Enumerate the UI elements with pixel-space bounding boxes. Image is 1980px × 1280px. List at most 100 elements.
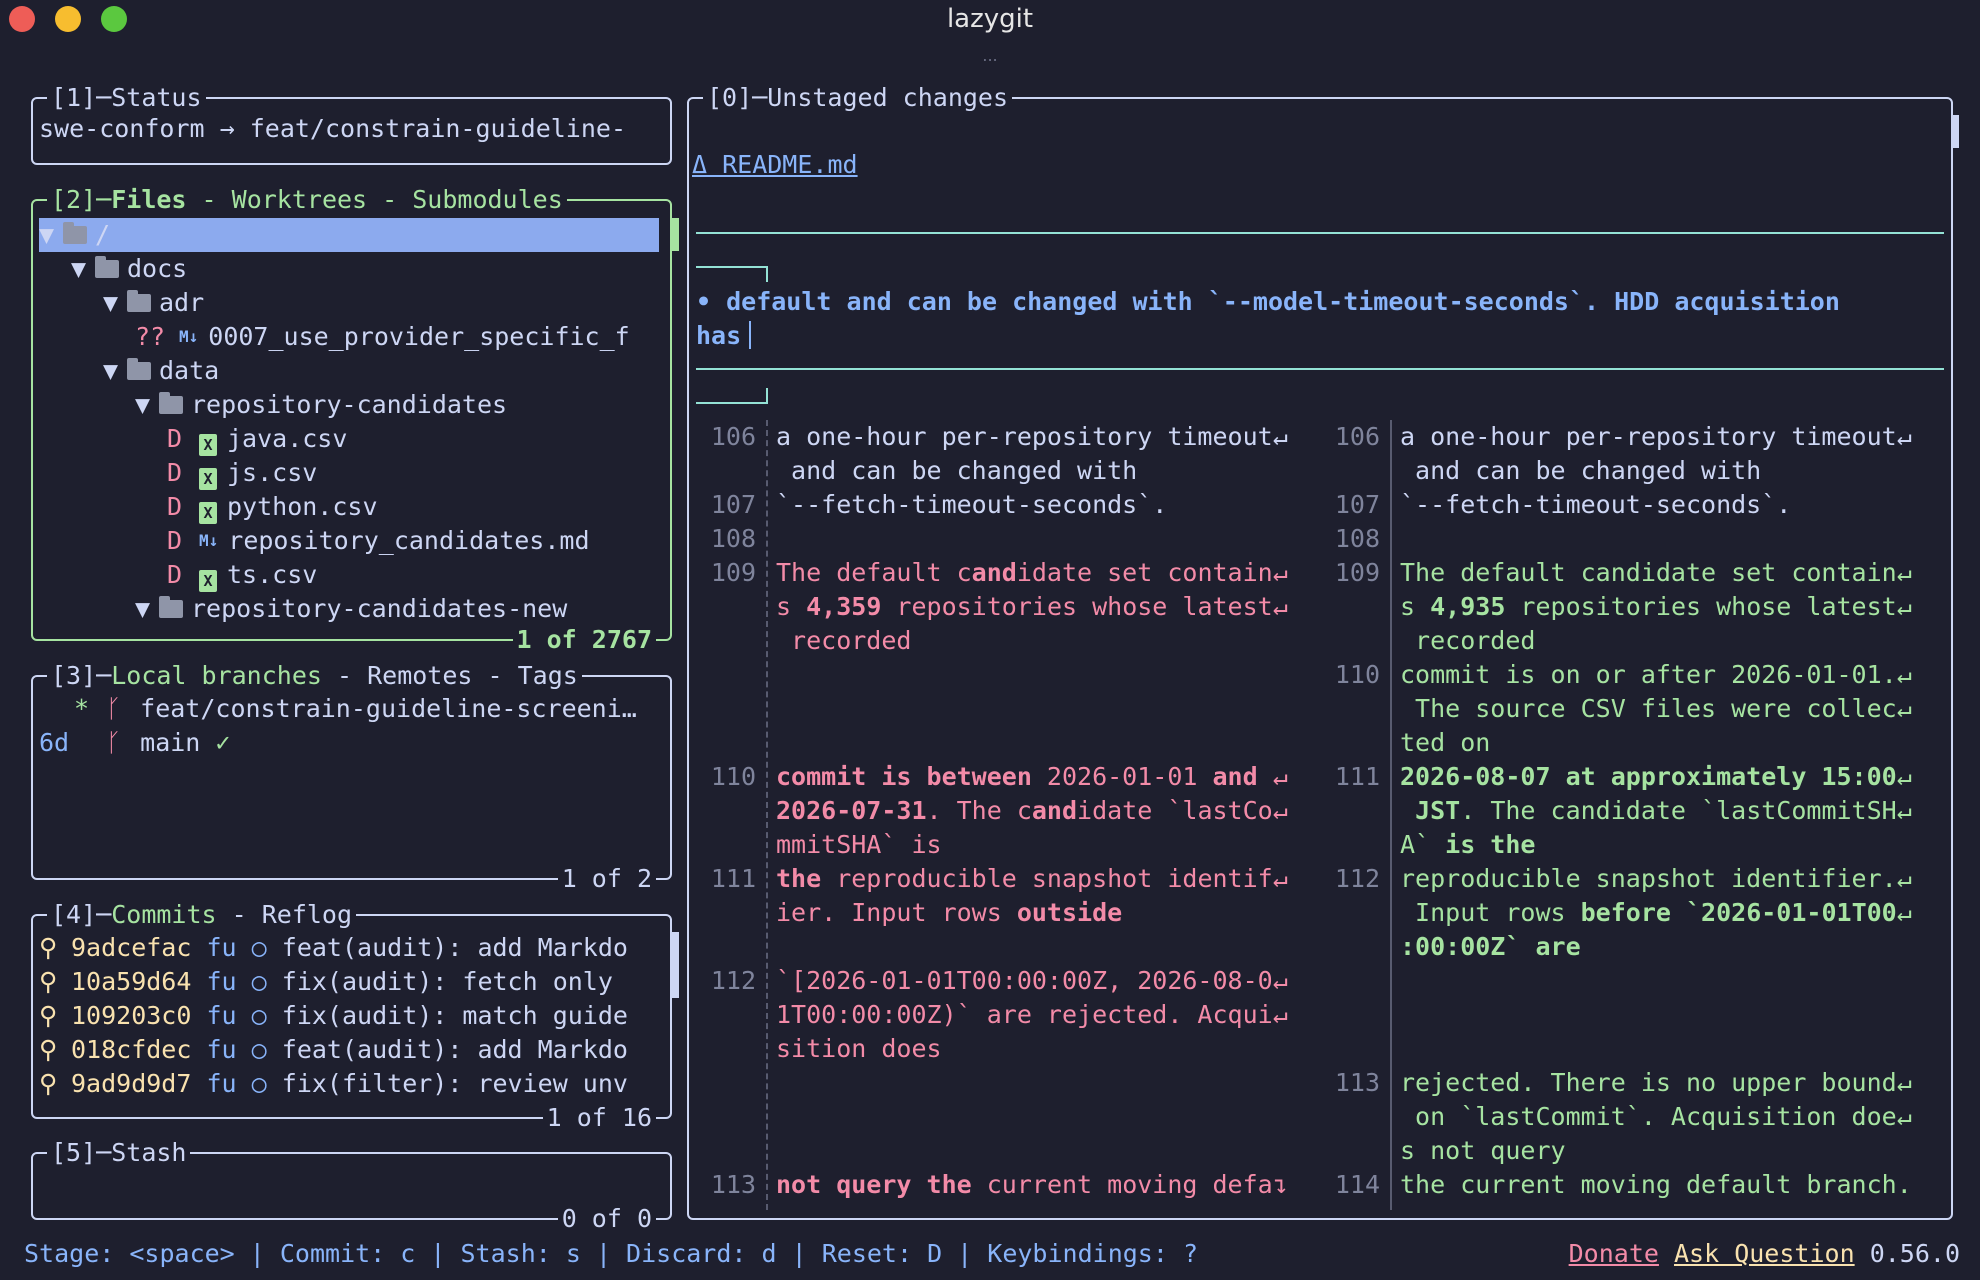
- window-title: lazygit: [946, 4, 1034, 34]
- diff-right-line[interactable]: A` is the: [1400, 828, 1948, 862]
- file-tree-item[interactable]: D Xts.csv: [39, 558, 659, 592]
- commits-scrollbar[interactable]: [672, 932, 679, 998]
- diff-right-line[interactable]: s not query: [1400, 1134, 1948, 1168]
- diff-left-line[interactable]: ier. Input rows outside: [776, 896, 1381, 930]
- files-scrollbar[interactable]: [672, 218, 679, 251]
- tab-worktrees-submodules[interactable]: - Worktrees - Submodules: [186, 185, 563, 214]
- ask-question-link[interactable]: Ask Question: [1674, 1239, 1855, 1268]
- file-name: repository_candidates.md: [228, 526, 590, 555]
- diff-left-line[interactable]: recorded: [776, 624, 1381, 658]
- file-status: D: [167, 560, 183, 589]
- diff-left-line[interactable]: 2026-07-31. The candidate `lastCo↵: [776, 794, 1381, 828]
- file-tree-item[interactable]: ?? M↓ 0007_use_provider_specific_f: [39, 320, 659, 354]
- expand-arrow-icon[interactable]: ▼: [103, 286, 127, 320]
- statusbar-links: Donate Ask Question 0.56.0: [1569, 1237, 1960, 1271]
- up-to-date-check-icon: ✓: [215, 728, 231, 757]
- file-tree-item[interactable]: D M↓ repository_candidates.md: [39, 524, 659, 558]
- diff-file-header[interactable]: Δ README.md: [692, 148, 858, 182]
- file-name: java.csv: [227, 424, 348, 453]
- diff-left-line[interactable]: `--fetch-timeout-seconds`.: [776, 488, 1381, 522]
- file-tree-folder[interactable]: ▼ repository-candidates: [39, 388, 659, 422]
- commit-row[interactable]: ⚲ 9adcefac fu ○ feat(audit): add Markdo: [39, 931, 664, 965]
- diff-left-line[interactable]: The default candidate set contain↵: [776, 556, 1381, 590]
- commit-row[interactable]: ⚲ 018cfdec fu ○ feat(audit): add Markdo: [39, 1033, 664, 1067]
- diff-right-line[interactable]: a one-hour per-repository timeout↵: [1400, 420, 1948, 454]
- commit-node-icon: ⚲: [39, 967, 58, 996]
- diff-right-line[interactable]: and can be changed with: [1400, 454, 1948, 488]
- markdown-file-icon: M↓: [179, 327, 199, 346]
- diff-right-line[interactable]: 2026-08-07 at approximately 15:00↵: [1400, 760, 1948, 794]
- diff-right-line[interactable]: ted on: [1400, 726, 1948, 760]
- diff-right-line[interactable]: rejected. There is no upper bound↵: [1400, 1066, 1948, 1100]
- expand-arrow-icon[interactable]: ▼: [39, 218, 63, 252]
- branch-row[interactable]: * ᚴ feat/constrain-guideline-screeni…: [39, 692, 664, 726]
- spreadsheet-file-icon: X: [199, 434, 217, 456]
- diff-left-line-number: [700, 896, 756, 930]
- tab-reflog[interactable]: - Reflog: [217, 900, 352, 929]
- diff-right-line[interactable]: on `lastCommit`. Acquisition doe↵: [1400, 1100, 1948, 1134]
- expand-arrow-icon[interactable]: ▼: [71, 252, 95, 286]
- diff-right-line[interactable]: JST. The candidate `lastCommitSH↵: [1400, 794, 1948, 828]
- diff-right-line[interactable]: s 4,935 repositories whose latest↵: [1400, 590, 1948, 624]
- diff-left-line-number: 110: [710, 762, 756, 791]
- branches-panel[interactable]: [3]─Local branches - Remotes - Tags * ᚴ …: [31, 659, 672, 896]
- spreadsheet-file-icon: X: [199, 570, 217, 592]
- tab-commits[interactable]: Commits: [111, 900, 216, 929]
- expand-arrow-icon[interactable]: ▼: [103, 354, 127, 388]
- file-tree-folder[interactable]: ▼ adr: [39, 286, 659, 320]
- branch-row[interactable]: 6d ᚴ main ✓: [39, 726, 664, 760]
- file-name: data: [159, 356, 220, 385]
- diff-right-line[interactable]: The default candidate set contain↵: [1400, 556, 1948, 590]
- expand-arrow-icon[interactable]: ▼: [135, 388, 159, 422]
- folder-icon: [159, 392, 183, 414]
- stash-panel[interactable]: [5]─Stash 0 of 0: [31, 1136, 672, 1236]
- diff-left-line[interactable]: and can be changed with: [776, 454, 1381, 488]
- diff-right-line[interactable]: `--fetch-timeout-seconds`.: [1400, 488, 1948, 522]
- diff-right-line[interactable]: The source CSV files were collec↵: [1400, 692, 1948, 726]
- tab-local-branches[interactable]: Local branches: [111, 661, 322, 690]
- file-tree-folder[interactable]: ▼ /: [39, 218, 659, 252]
- file-tree-folder[interactable]: ▼ data: [39, 354, 659, 388]
- file-tree-item[interactable]: D Xjs.csv: [39, 456, 659, 490]
- commit-hash: 9adcefac: [71, 933, 192, 962]
- diff-right-line[interactable]: commit is on or after 2026-01-01.↵: [1400, 658, 1948, 692]
- diff-left-line[interactable]: 1T00:00:00Z)` are rejected. Acqui↵: [776, 998, 1381, 1032]
- files-panel[interactable]: [2]─Files - Worktrees - Submodules ▼ / ▼ do…: [31, 183, 672, 657]
- diff-right-line-number: 108: [1334, 524, 1380, 553]
- diff-left-line[interactable]: sition does: [776, 1032, 1381, 1066]
- expand-arrow-icon[interactable]: ▼: [135, 592, 159, 626]
- diff-right-line[interactable]: reproducible snapshot identifier.↵: [1400, 862, 1948, 896]
- status-panel[interactable]: [1]─Status swe-conform → feat/constrain-…: [31, 81, 672, 165]
- diff-right-line[interactable]: the current moving default branch.: [1400, 1168, 1948, 1202]
- folder-icon: [95, 256, 119, 278]
- file-tree-item[interactable]: D Xpython.csv: [39, 490, 659, 524]
- diff-right-line[interactable]: recorded: [1400, 624, 1948, 658]
- donate-link[interactable]: Donate: [1569, 1239, 1659, 1268]
- diff-left-line[interactable]: a one-hour per-repository timeout↵: [776, 420, 1381, 454]
- diff-scrollbar[interactable]: [1952, 115, 1959, 148]
- file-tree-item[interactable]: D Xjava.csv: [39, 422, 659, 456]
- file-tree-folder[interactable]: ▼ docs: [39, 252, 659, 286]
- diff-left-line[interactable]: commit is between 2026-01-01 and ↵: [776, 760, 1381, 794]
- folder-icon: [127, 358, 151, 380]
- diff-left-line[interactable]: `[2026-01-01T00:00:00Z, 2026-08-0↵: [776, 964, 1381, 998]
- commits-panel[interactable]: [4]─Commits - Reflog ⚲ 9adcefac fu ○ feat…: [31, 898, 672, 1135]
- tab-remotes-tags[interactable]: - Remotes - Tags: [322, 661, 578, 690]
- commit-row[interactable]: ⚲ 10a59d64 fu ○ fix(audit): fetch only: [39, 965, 664, 999]
- diff-right-line[interactable]: :00:00Z` are: [1400, 930, 1948, 964]
- commit-row[interactable]: ⚲ 109203c0 fu ○ fix(audit): match guide: [39, 999, 664, 1033]
- diff-left-line[interactable]: not query the current moving defa↴: [776, 1168, 1381, 1202]
- tab-files[interactable]: Files: [111, 185, 186, 214]
- commits-panel-title: [4]─Commits - Reflog: [47, 898, 357, 932]
- diff-left-line[interactable]: the reproducible snapshot identif↵: [776, 862, 1381, 896]
- diff-right-line[interactable]: Input rows before `2026-01-01T00↵: [1400, 896, 1948, 930]
- diff-center-divider: [1390, 420, 1392, 1210]
- file-status: D: [167, 458, 183, 487]
- commit-row[interactable]: ⚲ 9ad9d9d7 fu ○ fix(filter): review unv: [39, 1067, 664, 1101]
- diff-left-line[interactable]: mmitSHA` is: [776, 828, 1381, 862]
- diff-right-line[interactable]: [1400, 522, 1948, 556]
- diff-left-line[interactable]: [776, 522, 1381, 556]
- diff-right-line-number: [1324, 454, 1380, 488]
- diff-left-line[interactable]: s 4,359 repositories whose latest↵: [776, 590, 1381, 624]
- file-tree-folder[interactable]: ▼ repository-candidates-new: [39, 592, 659, 626]
